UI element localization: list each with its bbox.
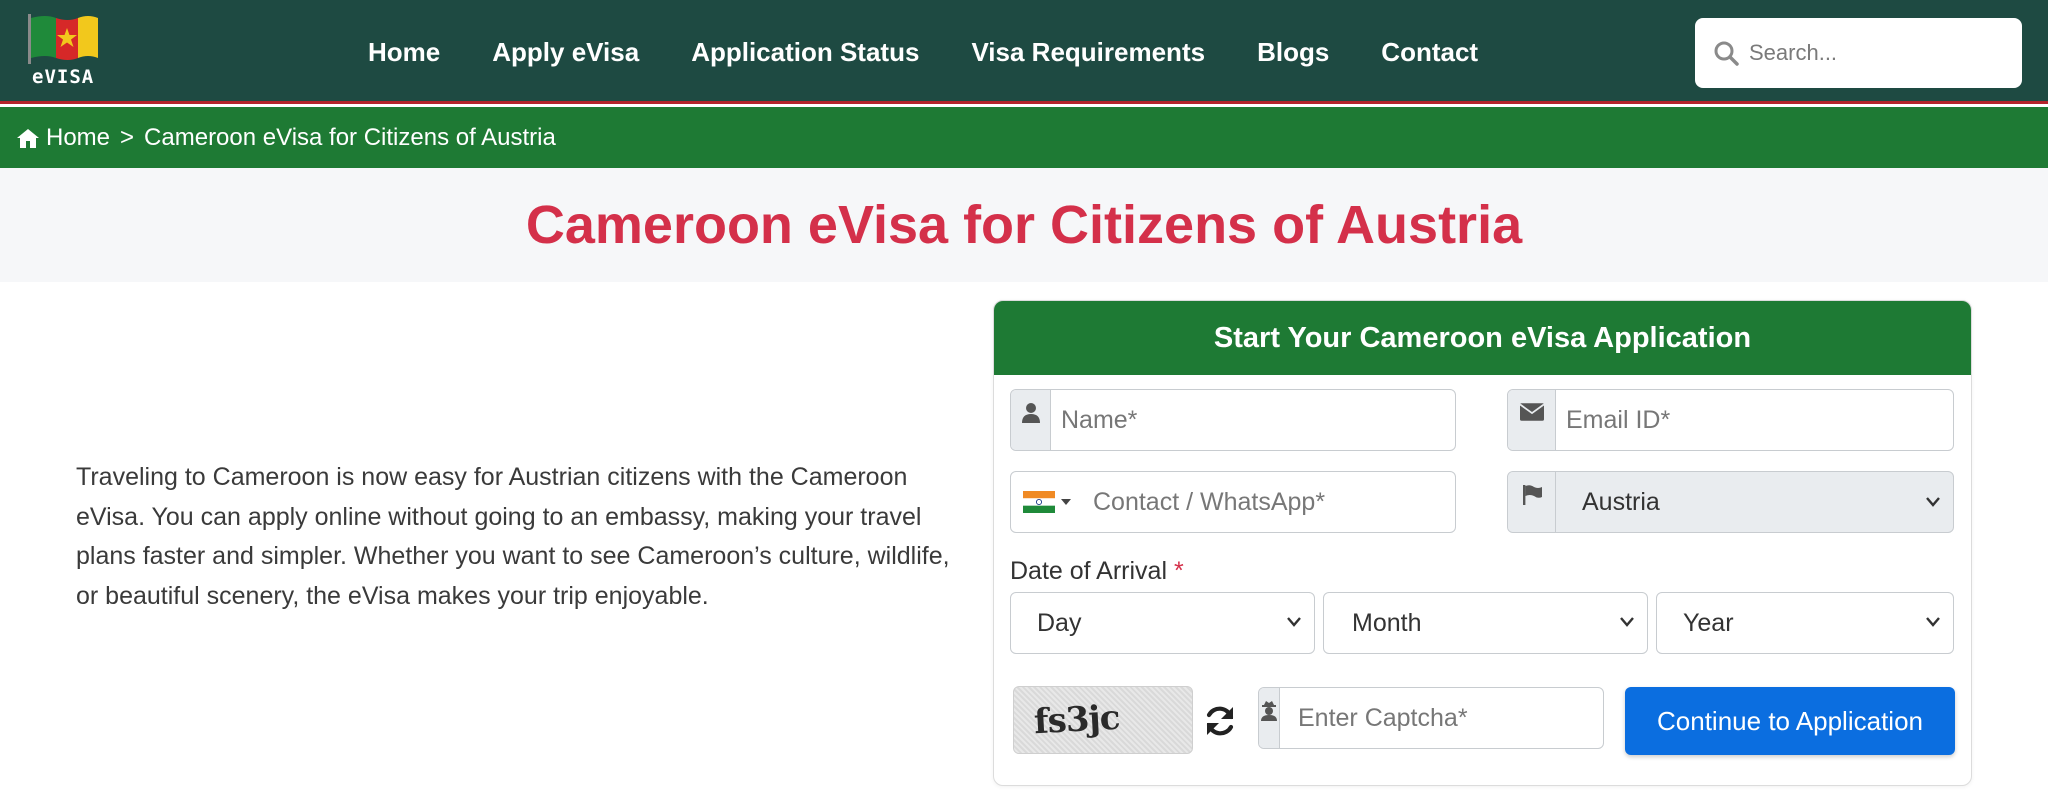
nav-application-status[interactable]: Application Status bbox=[691, 37, 919, 68]
nav-visa-requirements[interactable]: Visa Requirements bbox=[971, 37, 1205, 68]
nav-contact[interactable]: Contact bbox=[1381, 37, 1478, 68]
name-addon bbox=[1011, 390, 1051, 450]
captcha-addon bbox=[1259, 688, 1280, 748]
day-value: Day bbox=[1037, 608, 1082, 637]
continue-to-application-button[interactable]: Continue to Application bbox=[1625, 687, 1955, 755]
user-secret-icon bbox=[1261, 701, 1277, 721]
form-heading: Start Your Cameroon eVisa Application bbox=[994, 301, 1971, 375]
phone-input[interactable] bbox=[1083, 472, 1455, 532]
user-icon bbox=[1021, 403, 1040, 423]
phone-field[interactable] bbox=[1010, 471, 1456, 533]
chevron-down-icon bbox=[1926, 617, 1940, 627]
search-input[interactable] bbox=[1749, 40, 1989, 66]
arrival-day-select[interactable]: Day bbox=[1010, 592, 1315, 654]
year-value: Year bbox=[1683, 608, 1734, 637]
breadcrumb-current: Cameroon eVisa for Citizens of Austria bbox=[144, 123, 556, 151]
breadcrumb-home-link[interactable]: Home bbox=[46, 124, 110, 152]
nav-apply-evisa[interactable]: Apply eVisa bbox=[492, 37, 639, 68]
captcha-text: fs3jc bbox=[1033, 697, 1121, 743]
envelope-icon bbox=[1519, 403, 1544, 421]
refresh-icon[interactable] bbox=[1202, 703, 1238, 739]
chevron-down-icon bbox=[1061, 499, 1071, 505]
breadcrumb-separator: > bbox=[120, 123, 135, 151]
intro-paragraph: Traveling to Cameroon is now easy for Au… bbox=[76, 463, 950, 610]
email-input[interactable] bbox=[1556, 390, 1953, 450]
nationality-value: Austria bbox=[1582, 487, 1660, 516]
site-logo[interactable]: eVISA bbox=[26, 14, 106, 90]
email-addon bbox=[1508, 390, 1556, 450]
logo-text: eVISA bbox=[32, 66, 95, 88]
chevron-down-icon bbox=[1926, 497, 1940, 507]
captcha-input[interactable] bbox=[1280, 688, 1603, 748]
email-field[interactable] bbox=[1507, 389, 1954, 451]
arrival-label-text: Date of Arrival bbox=[1010, 557, 1168, 585]
name-input[interactable] bbox=[1051, 390, 1455, 450]
arrival-label: Date of Arrival * bbox=[1010, 557, 1184, 586]
chevron-down-icon bbox=[1287, 617, 1301, 627]
chevron-down-icon bbox=[1620, 617, 1634, 627]
search-box[interactable] bbox=[1695, 18, 2022, 88]
main-nav: Home Apply eVisa Application Status Visa… bbox=[368, 0, 1530, 104]
page-title: Cameroon eVisa for Citizens of Austria bbox=[525, 195, 1523, 255]
site-header: eVISA Home Apply eVisa Application Statu… bbox=[0, 0, 2048, 104]
required-marker: * bbox=[1173, 557, 1184, 585]
nationality-select[interactable]: Austria bbox=[1507, 471, 1954, 533]
india-flag-icon bbox=[1023, 491, 1055, 513]
name-field[interactable] bbox=[1010, 389, 1456, 451]
arrival-year-select[interactable]: Year bbox=[1656, 592, 1954, 654]
title-band: Cameroon eVisa for Citizens of Austria bbox=[0, 168, 2048, 282]
flag-icon bbox=[1522, 485, 1542, 505]
cameroon-flag-logo-icon bbox=[28, 14, 98, 72]
breadcrumb: Home > Cameroon eVisa for Citizens of Au… bbox=[0, 107, 2048, 168]
home-icon bbox=[17, 128, 39, 148]
nav-blogs[interactable]: Blogs bbox=[1257, 37, 1329, 68]
nav-home[interactable]: Home bbox=[368, 37, 440, 68]
arrival-month-select[interactable]: Month bbox=[1323, 592, 1648, 654]
search-icon bbox=[1714, 41, 1739, 66]
month-value: Month bbox=[1352, 608, 1422, 637]
nationality-addon bbox=[1508, 472, 1556, 532]
captcha-field[interactable] bbox=[1258, 687, 1604, 749]
captcha-image: fs3jc bbox=[1013, 686, 1193, 754]
country-code-picker[interactable] bbox=[1011, 472, 1083, 532]
